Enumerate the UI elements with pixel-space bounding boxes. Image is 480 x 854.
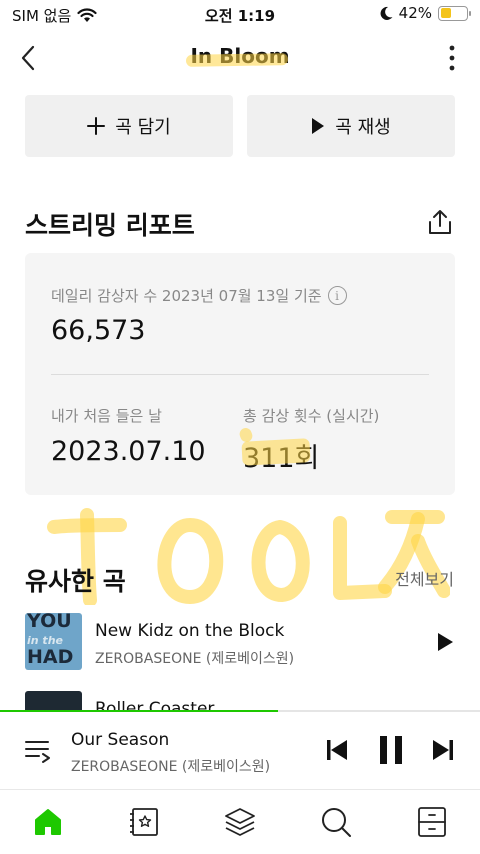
- share-icon: [429, 210, 451, 234]
- more-button[interactable]: [440, 42, 464, 74]
- mini-player[interactable]: Our Season ZEROBASEONE (제로베이스원): [0, 712, 480, 790]
- nav-storage[interactable]: [414, 804, 450, 840]
- battery-percent: 42%: [398, 4, 432, 22]
- list-item[interactable]: Roller Coaster: [25, 691, 455, 710]
- first-listen-label: 내가 처음 들은 날: [51, 407, 162, 425]
- status-bar: SIM 없음 오전 1:19 42%: [0, 0, 480, 30]
- plus-icon: [87, 117, 106, 135]
- library-icon: [130, 808, 158, 836]
- add-song-label: 곡 담기: [115, 117, 171, 138]
- previous-track-icon[interactable]: [326, 738, 348, 762]
- daily-listeners-value: 66,573: [51, 315, 146, 346]
- add-song-button[interactable]: 곡 담기: [25, 95, 233, 157]
- first-listen-value: 2023.07.10: [51, 436, 206, 467]
- more-vertical-icon: [449, 45, 455, 71]
- similar-title: 유사한 곡: [25, 567, 126, 596]
- play-icon: [312, 118, 325, 134]
- now-playing-title: Our Season: [71, 730, 170, 750]
- total-plays-value: 311회: [243, 443, 320, 474]
- play-song-button[interactable]: 곡 재생: [247, 95, 455, 157]
- pause-icon[interactable]: [378, 734, 404, 766]
- song-artist: ZEROBASEONE (제로베이스원): [95, 651, 295, 667]
- battery-icon: [438, 5, 471, 21]
- play-icon[interactable]: [435, 631, 455, 653]
- daily-listeners-label-row: 데일리 감상자 수 2023년 07월 13일 기준 i: [51, 285, 347, 306]
- play-song-label: 곡 재생: [335, 117, 391, 138]
- see-all-link[interactable]: 전체보기: [395, 566, 454, 590]
- search-icon: [322, 808, 351, 837]
- now-playing-artist: ZEROBASEONE (제로베이스원): [71, 759, 271, 775]
- album-art-text: YOU in the HAD: [27, 613, 74, 668]
- moon-icon: [380, 6, 393, 20]
- song-actions: 곡 담기 곡 재생: [25, 95, 455, 157]
- status-right: 42%: [379, 4, 471, 22]
- nav-search[interactable]: [318, 804, 354, 840]
- layers-icon: [225, 808, 255, 836]
- album-art: [25, 691, 82, 710]
- share-button[interactable]: [426, 208, 454, 236]
- storage-icon: [418, 807, 446, 837]
- battery-level: [440, 8, 451, 18]
- nav-library[interactable]: [126, 804, 162, 840]
- header: In Bloom: [0, 34, 480, 82]
- album-art: YOU in the HAD: [25, 613, 82, 670]
- next-track-icon[interactable]: [432, 738, 454, 762]
- total-plays-label: 총 감상 횟수 (실시간): [243, 407, 380, 425]
- info-icon[interactable]: i: [327, 286, 347, 305]
- report-card: 데일리 감상자 수 2023년 07월 13일 기준 i 66,573 내가 처…: [25, 253, 455, 495]
- card-divider: [51, 374, 429, 375]
- bottom-nav: [0, 790, 480, 854]
- nav-home[interactable]: [30, 804, 66, 840]
- page-title: In Bloom: [190, 44, 290, 68]
- song-title: New Kidz on the Block: [95, 621, 285, 641]
- playlist-icon[interactable]: [24, 736, 52, 764]
- list-item[interactable]: YOU in the HAD New Kidz on the Block ZEROB…: [25, 613, 455, 673]
- daily-listeners-label: 데일리 감상자 수 2023년 07월 13일 기준: [51, 287, 322, 305]
- nav-layers[interactable]: [222, 804, 258, 840]
- report-title: 스트리밍 리포트: [25, 211, 195, 240]
- home-icon: [35, 809, 61, 835]
- song-title: Roller Coaster: [95, 699, 215, 710]
